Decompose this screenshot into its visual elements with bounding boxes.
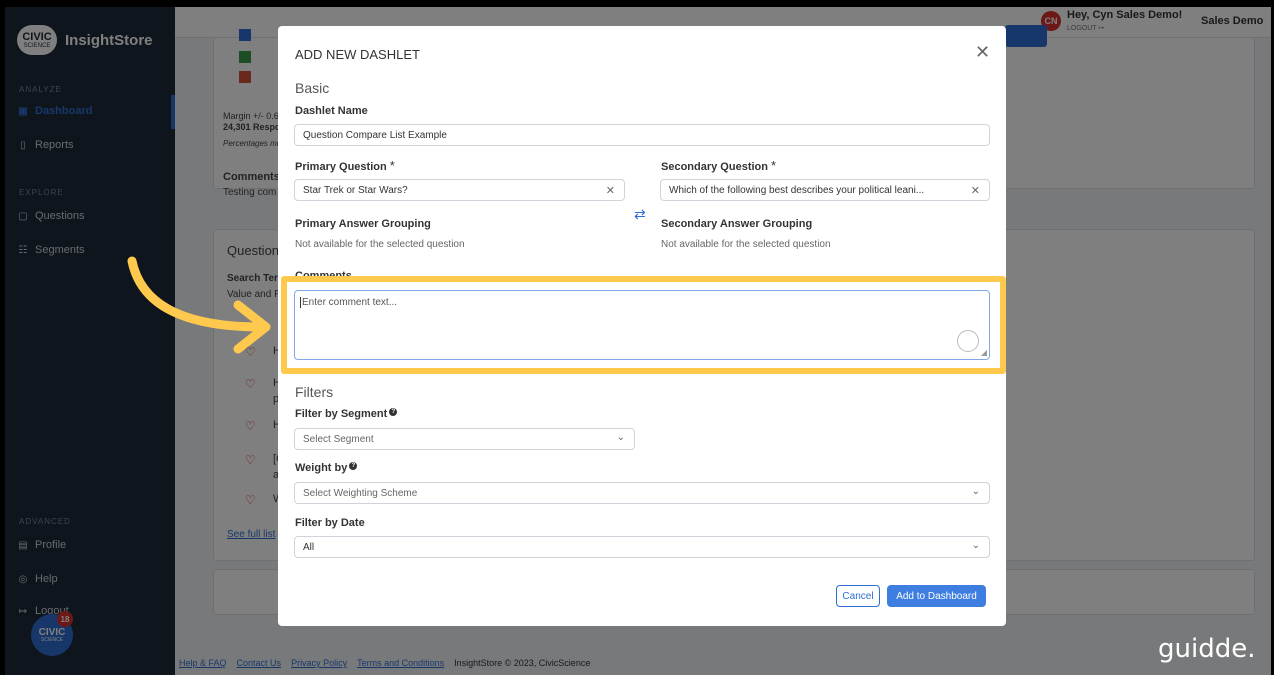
- tutorial-arrow-icon: [127, 256, 271, 354]
- primary-question-label-text: Primary Question: [295, 161, 387, 173]
- dashlet-name-input[interactable]: Question Compare List Example: [294, 124, 990, 146]
- segment-filter-label: Filter by Segment?: [295, 408, 398, 420]
- date-select-value: All: [303, 541, 315, 553]
- info-icon[interactable]: ?: [389, 408, 398, 416]
- secondary-question-label-text: Secondary Question: [661, 161, 768, 173]
- chevron-down-icon: ⌄: [971, 486, 980, 497]
- weight-select[interactable]: Select Weighting Scheme ⌄: [294, 482, 990, 504]
- section-basic: Basic: [295, 80, 330, 96]
- secondary-grouping-label: Secondary Answer Grouping: [661, 218, 813, 230]
- modal-title: ADD NEW DASHLET: [295, 47, 420, 62]
- clear-icon[interactable]: ✕: [971, 184, 980, 197]
- secondary-question-select[interactable]: Which of the following best describes yo…: [660, 179, 990, 201]
- close-icon[interactable]: ✕: [975, 42, 990, 63]
- dashlet-name-label: Dashlet Name: [295, 105, 368, 117]
- required-mark: *: [389, 158, 395, 173]
- secondary-question-value: Which of the following best describes yo…: [669, 184, 925, 196]
- date-select[interactable]: All ⌄: [294, 536, 990, 558]
- weight-label-text: Weight by: [295, 462, 348, 474]
- primary-grouping-value: Not available for the selected question: [295, 239, 465, 250]
- guidde-watermark: guidde.: [1158, 634, 1256, 664]
- secondary-question-label: Secondary Question *: [661, 158, 776, 173]
- primary-grouping-label: Primary Answer Grouping: [295, 218, 431, 230]
- weight-select-value: Select Weighting Scheme: [303, 487, 418, 499]
- add-to-dashboard-button[interactable]: Add to Dashboard: [887, 585, 986, 607]
- chevron-down-icon: ⌄: [971, 540, 980, 551]
- clear-icon[interactable]: ✕: [606, 184, 615, 197]
- tutorial-highlight: [281, 276, 1006, 374]
- segment-filter-label-text: Filter by Segment: [295, 408, 388, 420]
- chevron-down-icon: ⌄: [616, 432, 625, 443]
- cancel-button[interactable]: Cancel: [836, 585, 880, 607]
- primary-question-select[interactable]: Star Trek or Star Wars? ✕: [294, 179, 625, 201]
- date-filter-label: Filter by Date: [295, 517, 365, 529]
- section-filters: Filters: [295, 384, 334, 400]
- primary-question-label: Primary Question *: [295, 158, 395, 173]
- secondary-grouping-value: Not available for the selected question: [661, 239, 831, 250]
- segment-select-value: Select Segment: [303, 433, 374, 445]
- primary-question-value: Star Trek or Star Wars?: [303, 184, 408, 196]
- info-icon[interactable]: ?: [349, 462, 358, 470]
- weight-label: Weight by?: [295, 462, 358, 474]
- segment-select[interactable]: Select Segment ⌄: [294, 428, 635, 450]
- swap-questions-icon[interactable]: ⇄: [634, 206, 646, 223]
- required-mark: *: [771, 158, 777, 173]
